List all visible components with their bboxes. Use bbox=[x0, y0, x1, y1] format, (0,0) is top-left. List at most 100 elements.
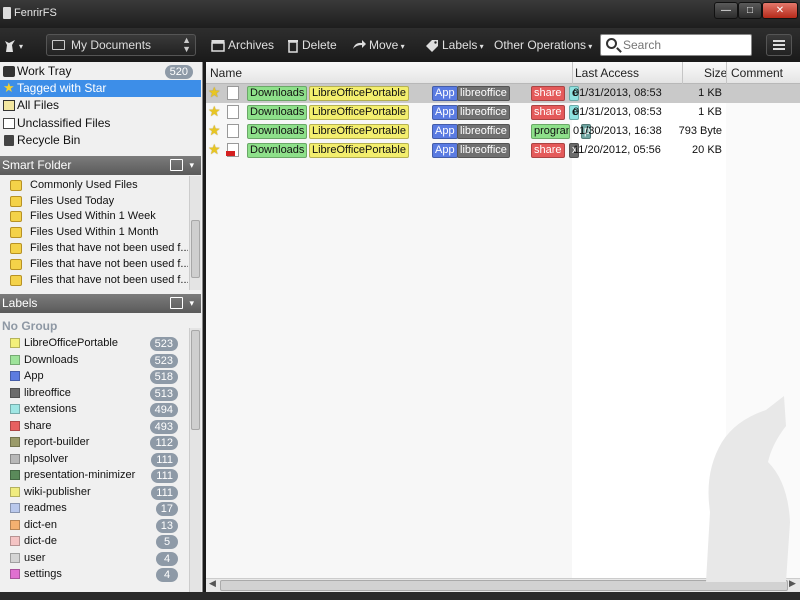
label-name: report-builder bbox=[24, 436, 90, 448]
view-mode-button[interactable] bbox=[766, 34, 792, 56]
smart-folder-icon bbox=[10, 211, 22, 222]
smart-folder-item[interactable]: Commonly Used Files bbox=[8, 178, 188, 193]
sidebar-item-tagged-with-star[interactable]: ★ Tagged with Star bbox=[0, 80, 201, 97]
labels-button[interactable]: Labels ▾ bbox=[425, 36, 484, 54]
sidebar-item-recycle-bin[interactable]: Recycle Bin bbox=[0, 132, 201, 149]
label-count: 13 bbox=[155, 518, 178, 533]
search-box[interactable] bbox=[600, 34, 752, 56]
file-tag[interactable]: App bbox=[432, 124, 458, 139]
label-item[interactable]: extensions 494 bbox=[10, 401, 184, 417]
edit-icon[interactable] bbox=[170, 297, 183, 309]
label-item[interactable]: wiki-publisher 111 bbox=[10, 484, 184, 500]
smart-folder-item[interactable]: Files Used Within 1 Month bbox=[8, 225, 188, 240]
smart-folder-item[interactable]: Files that have not been used f... bbox=[8, 273, 188, 288]
label-item[interactable]: settings 4 bbox=[10, 566, 184, 582]
table-row[interactable]: ★ Downloads LibreOfficePortable App libreoff… bbox=[206, 103, 800, 122]
star-icon[interactable]: ★ bbox=[208, 85, 222, 100]
file-tag[interactable]: Downloads bbox=[247, 86, 308, 101]
label-count: 513 bbox=[149, 386, 178, 401]
smart-folder-scrollbar[interactable] bbox=[189, 176, 201, 290]
file-tag[interactable]: libreoffice bbox=[457, 124, 510, 139]
labels-header[interactable]: Labels ▾ bbox=[0, 294, 201, 313]
label-item[interactable]: dict-de 5 bbox=[10, 533, 184, 549]
chevron-down-icon[interactable]: ▾ bbox=[189, 294, 194, 313]
smart-folder-item[interactable]: Files Used Within 1 Week bbox=[8, 209, 188, 224]
label-item[interactable]: presentation-minimizer 111 bbox=[10, 467, 184, 483]
search-input[interactable] bbox=[623, 37, 749, 53]
file-tag[interactable]: libreoffice bbox=[457, 86, 510, 101]
column-comment[interactable]: Comment bbox=[731, 66, 783, 80]
chevron-down-icon[interactable]: ▾ bbox=[189, 156, 194, 175]
file-tag[interactable]: libreoffice bbox=[457, 143, 510, 158]
file-tag[interactable]: share bbox=[531, 86, 565, 101]
label-group-header[interactable]: No Group bbox=[2, 319, 57, 333]
file-icon bbox=[227, 86, 239, 100]
file-tag[interactable]: LibreOfficePortable bbox=[309, 124, 409, 139]
star-icon: ★ bbox=[3, 80, 15, 95]
sidebar-item-work-tray[interactable]: Work Tray 520 bbox=[0, 63, 201, 80]
size-cell: 1 KB bbox=[698, 106, 722, 118]
sidebar-item-all-files[interactable]: All Files bbox=[0, 97, 201, 114]
file-tag[interactable]: share bbox=[531, 143, 565, 158]
file-tag[interactable]: LibreOfficePortable bbox=[309, 86, 409, 101]
label-count: 112 bbox=[150, 436, 178, 450]
smart-folder-icon bbox=[10, 227, 22, 238]
app-menu-button[interactable]: ▾ bbox=[4, 36, 23, 54]
label-name: libreoffice bbox=[24, 386, 71, 399]
label-color-swatch bbox=[10, 503, 20, 513]
column-size[interactable]: Size bbox=[704, 66, 727, 80]
file-tag[interactable]: share bbox=[531, 105, 565, 120]
file-tag[interactable]: libreoffice bbox=[457, 105, 510, 120]
file-tag[interactable]: program bbox=[531, 124, 570, 139]
table-row[interactable]: ★ Downloads LibreOfficePortable App libreoff… bbox=[206, 122, 800, 141]
file-tag[interactable]: App bbox=[432, 143, 458, 158]
label-item[interactable]: App 518 bbox=[10, 368, 184, 384]
label-count: 111 bbox=[151, 485, 178, 500]
move-button[interactable]: Move ▾ bbox=[352, 36, 405, 54]
file-tag[interactable]: Downloads bbox=[247, 143, 308, 158]
label-item[interactable]: nlpsolver 111 bbox=[10, 451, 184, 467]
smart-folder-item[interactable]: Files that have not been used f... bbox=[8, 257, 188, 272]
size-cell: 1 KB bbox=[698, 87, 722, 99]
label-item[interactable]: readmes 17 bbox=[10, 500, 184, 516]
label-item[interactable]: user 4 bbox=[10, 550, 184, 566]
labels-scrollbar[interactable] bbox=[189, 328, 201, 600]
maximize-button[interactable]: □ bbox=[738, 2, 762, 19]
wolf-watermark-icon bbox=[706, 396, 790, 582]
file-tag[interactable]: App bbox=[432, 86, 458, 101]
star-icon[interactable]: ★ bbox=[208, 142, 222, 157]
label-item[interactable]: Downloads 523 bbox=[10, 352, 184, 368]
table-row[interactable]: ★ Downloads LibreOfficePortable App libreoff… bbox=[206, 84, 800, 103]
table-row[interactable]: ★ Downloads LibreOfficePortable App libreoff… bbox=[206, 141, 800, 160]
archives-button[interactable]: Archives bbox=[211, 36, 274, 54]
column-last-access[interactable]: Last Access bbox=[575, 66, 639, 80]
edit-icon[interactable] bbox=[170, 159, 183, 171]
close-button[interactable]: ✕ bbox=[762, 2, 798, 19]
label-name: Downloads bbox=[24, 353, 79, 366]
label-item[interactable]: libreoffice 513 bbox=[10, 385, 184, 401]
label-item[interactable]: report-builder 112 bbox=[10, 434, 184, 450]
work-tray-count: 520 bbox=[164, 65, 193, 79]
label-item[interactable]: LibreOfficePortable 523 bbox=[10, 335, 184, 351]
label-item[interactable]: dict-en 13 bbox=[10, 517, 184, 533]
file-tag[interactable]: Downloads bbox=[247, 105, 308, 120]
smart-folder-item[interactable]: Files Used Today bbox=[8, 194, 188, 209]
label-item[interactable]: share 493 bbox=[10, 418, 184, 434]
file-tag[interactable]: Downloads bbox=[247, 124, 308, 139]
file-tag[interactable]: LibreOfficePortable bbox=[309, 105, 409, 120]
file-tag[interactable]: LibreOfficePortable bbox=[309, 143, 409, 158]
delete-button[interactable]: Delete bbox=[287, 36, 337, 54]
label-color-swatch bbox=[10, 404, 20, 414]
minimize-button[interactable]: — bbox=[714, 2, 738, 19]
file-tag[interactable]: App bbox=[432, 105, 458, 120]
location-select[interactable]: My Documents ▲ ▼ bbox=[46, 34, 196, 56]
scroll-left-icon[interactable]: ◀ bbox=[209, 578, 216, 589]
sidebar: Work Tray 520 ★ Tagged with Star All Fil… bbox=[0, 62, 203, 600]
column-name[interactable]: Name bbox=[210, 66, 242, 80]
star-icon[interactable]: ★ bbox=[208, 123, 222, 138]
sidebar-item-unclassified-files[interactable]: Unclassified Files bbox=[0, 115, 201, 132]
smart-folder-item[interactable]: Files that have not been used f... bbox=[8, 241, 188, 256]
other-operations-button[interactable]: Other Operations ▾ bbox=[494, 36, 592, 54]
star-icon[interactable]: ★ bbox=[208, 104, 222, 119]
smart-folder-header[interactable]: Smart Folder ▾ bbox=[0, 156, 201, 175]
